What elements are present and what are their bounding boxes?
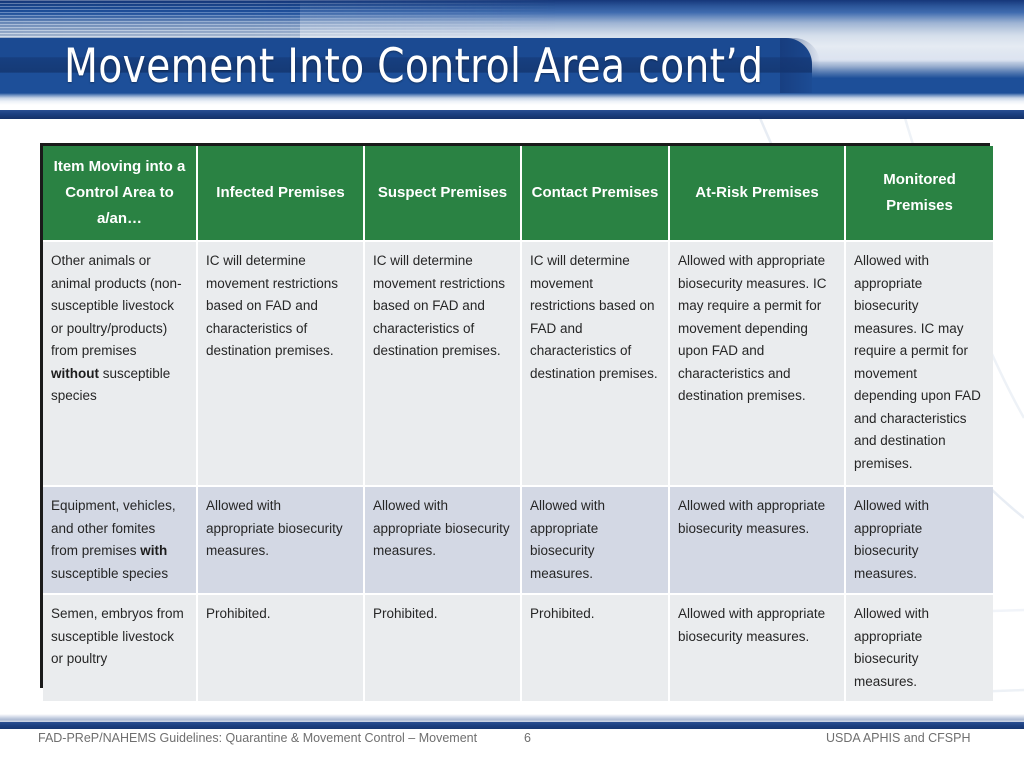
movement-control-table: Item Moving into a Control Area to a/an…… bbox=[40, 143, 993, 701]
cell-infected-premises: IC will determine movement restrictions … bbox=[197, 240, 365, 486]
footer-document-title: FAD-PReP/NAHEMS Guidelines: Quarantine &… bbox=[38, 731, 478, 745]
column-header-item: Item Moving into a Control Area to a/an… bbox=[43, 146, 198, 241]
footer-organization: USDA APHIS and CFSPH bbox=[826, 731, 971, 745]
cell-infected-premises: Allowed with appropriate biosecurity mea… bbox=[197, 485, 365, 594]
cell-item-label: Other animals or animal products (non-su… bbox=[43, 240, 198, 486]
table-row: Other animals or animal products (non-su… bbox=[43, 240, 993, 486]
column-header-infected-premises: Infected Premises bbox=[197, 146, 365, 241]
cell-suspect-premises: Prohibited. bbox=[364, 593, 522, 701]
footer-page-number: 6 bbox=[524, 731, 531, 745]
column-header-suspect-premises: Suspect Premises bbox=[364, 146, 522, 241]
cell-suspect-premises: Allowed with appropriate biosecurity mea… bbox=[364, 485, 522, 594]
slide-title-band: Movement Into Control Area cont’d bbox=[0, 0, 1024, 105]
page-title: Movement Into Control Area cont’d bbox=[64, 39, 764, 94]
cell-item-text-prefix: Semen, embryos from susceptible livestoc… bbox=[51, 606, 184, 666]
table-row: Semen, embryos from susceptible livestoc… bbox=[43, 593, 993, 701]
cell-at-risk-premises: Allowed with appropriate biosecurity mea… bbox=[669, 485, 846, 594]
cell-contact-premises: Prohibited. bbox=[521, 593, 670, 701]
footer-separator-navy bbox=[0, 722, 1024, 729]
table-header-row: Item Moving into a Control Area to a/an…… bbox=[43, 146, 993, 241]
cell-at-risk-premises: Allowed with appropriate biosecurity mea… bbox=[669, 593, 846, 701]
cell-suspect-premises: IC will determine movement restrictions … bbox=[364, 240, 522, 486]
column-header-monitored-premises: Monitored Premises bbox=[845, 146, 993, 241]
footer-separator-light bbox=[0, 714, 1024, 722]
cell-contact-premises: Allowed with appropriate biosecurity mea… bbox=[521, 485, 670, 594]
cell-item-text-prefix: Other animals or animal products (non-su… bbox=[51, 253, 182, 358]
column-header-contact-premises: Contact Premises bbox=[521, 146, 670, 241]
cell-at-risk-premises: Allowed with appropriate biosecurity mea… bbox=[669, 240, 846, 486]
cell-monitored-premises: Allowed with appropriate biosecurity mea… bbox=[845, 593, 993, 701]
cell-item-text-emphasis: with bbox=[140, 543, 168, 558]
cell-contact-premises: IC will determine movement restrictions … bbox=[521, 240, 670, 486]
table-row: Equipment, vehicles, and other fomites f… bbox=[43, 485, 993, 594]
cell-monitored-premises: Allowed with appropriate biosecurity mea… bbox=[845, 485, 993, 594]
cell-item-text-suffix: susceptible species bbox=[51, 565, 169, 581]
cell-infected-premises: Prohibited. bbox=[197, 593, 365, 701]
cell-item-text-emphasis: without bbox=[51, 365, 99, 381]
column-header-at-risk-premises: At-Risk Premises bbox=[669, 146, 846, 241]
cell-item-label: Equipment, vehicles, and other fomites f… bbox=[43, 485, 198, 594]
cell-monitored-premises: Allowed with appropriate biosecurity mea… bbox=[845, 240, 993, 486]
title-underline-rule bbox=[0, 110, 1024, 119]
cell-item-label: Semen, embryos from susceptible livestoc… bbox=[43, 593, 198, 701]
slide-footer: FAD-PReP/NAHEMS Guidelines: Quarantine &… bbox=[0, 729, 1024, 768]
